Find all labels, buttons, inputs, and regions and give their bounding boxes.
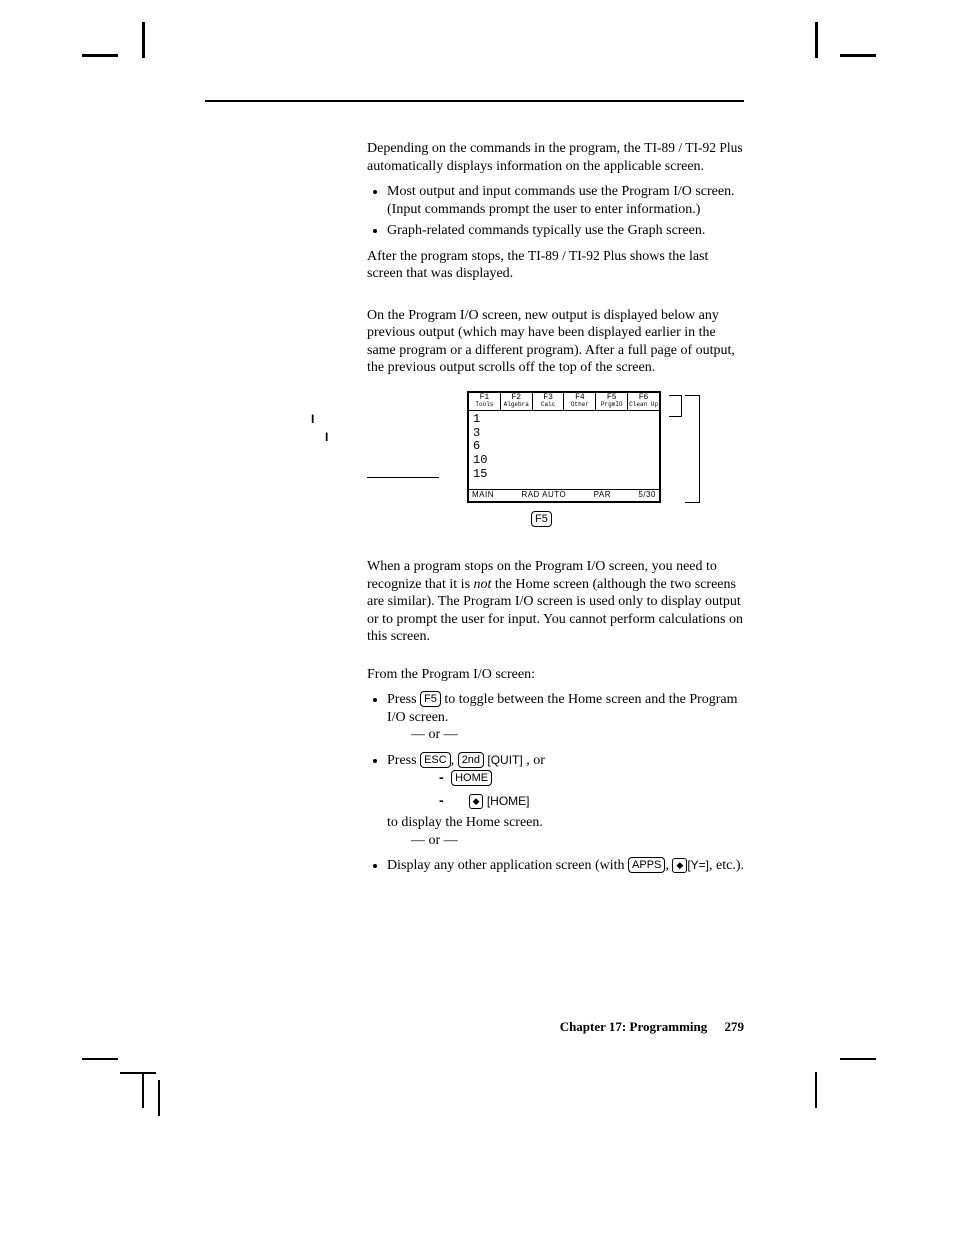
text: Display any other application screen (wi… — [387, 858, 628, 873]
crop-mark — [815, 1072, 817, 1108]
text: After the program stops, the — [367, 249, 528, 264]
list-item: Press F5 to toggle between the Home scre… — [387, 691, 744, 744]
toolbar-key: F3 — [543, 393, 553, 402]
crop-mark — [840, 54, 876, 57]
figure-caption-key: F5 — [531, 511, 661, 529]
bullet-list: Press F5 to toggle between the Home scre… — [367, 691, 744, 875]
toolbar-key: F6 — [639, 393, 649, 402]
output-line: 10 — [473, 454, 655, 468]
second-keycap: 2nd — [458, 752, 484, 768]
text: , etc.). — [709, 858, 744, 873]
apps-keycap: APPS — [628, 857, 665, 873]
callout-lines — [367, 391, 441, 529]
output-line: 15 — [473, 468, 655, 482]
yequals-label: [Y=] — [687, 858, 709, 872]
text: , — [665, 858, 672, 873]
toolbar-item: F2Algebra — [501, 393, 533, 410]
text: , or — [523, 753, 545, 768]
text: Depending on the commands in the program… — [367, 141, 644, 156]
callout-line — [367, 477, 439, 478]
chapter-title: Chapter 17: Programming — [560, 1019, 708, 1034]
text: to display the Home screen. — [387, 815, 543, 830]
model-name: TI-89 / TI-92 Plus — [528, 248, 626, 263]
toolbar-item: F1Tools — [469, 393, 501, 410]
list-item: Graph-related commands typically use the… — [387, 222, 744, 240]
diamond-keycap: ◆ — [672, 858, 687, 873]
calculator-figure: F1Tools F2Algebra F3Calc F4Other F5PrgmI… — [367, 391, 744, 529]
page-content: I I Depending on the commands in the pro… — [205, 100, 744, 1035]
list-item: HOME — [439, 769, 744, 788]
top-rule — [205, 100, 744, 102]
emphasis: not — [474, 577, 492, 592]
paragraph: When a program stops on the Program I/O … — [367, 558, 744, 646]
toolbar-label: Tools — [469, 402, 500, 409]
output-line: 3 — [473, 427, 655, 441]
toolbar-item: F6Clean Up — [628, 393, 659, 410]
sub-list: HOME ◆ [HOME] — [387, 769, 744, 810]
crop-mark — [142, 1072, 144, 1108]
margin-note: I — [325, 430, 328, 444]
page-footer: Chapter 17: Programming 279 — [560, 1019, 744, 1035]
list-item: ◆ [HOME] — [439, 792, 744, 811]
toolbar-item: F4Other — [564, 393, 596, 410]
calc-toolbar: F1Tools F2Algebra F3Calc F4Other F5PrgmI… — [469, 393, 659, 411]
crop-mark — [82, 1058, 118, 1060]
paragraph: After the program stops, the TI-89 / TI-… — [367, 248, 744, 283]
list-item: Press ESC, 2nd [QUIT] , or HOME ◆ [HOME]… — [387, 752, 744, 850]
status-folder: MAIN — [472, 491, 494, 500]
bracket-icon — [669, 395, 682, 417]
crop-mark — [158, 1080, 160, 1116]
paragraph: On the Program I/O screen, new output is… — [367, 307, 744, 377]
text: Press — [387, 753, 420, 768]
crop-mark — [840, 1058, 876, 1060]
home-label: [HOME] — [483, 794, 529, 808]
toolbar-label: Clean Up — [628, 402, 659, 409]
calc-output: 1 3 6 10 15 — [469, 411, 659, 489]
toolbar-key: F1 — [480, 393, 490, 402]
esc-keycap: ESC — [420, 752, 451, 768]
f5-keycap: F5 — [420, 691, 441, 707]
calc-screen: F1Tools F2Algebra F3Calc F4Other F5PrgmI… — [467, 391, 661, 503]
quit-label: [QUIT] — [484, 753, 523, 767]
bullet-list: Most output and input commands use the P… — [367, 183, 744, 240]
bracket-icon — [685, 395, 700, 503]
home-keycap: HOME — [451, 770, 492, 786]
output-line: 1 — [473, 413, 655, 427]
calc-statusbar: MAIN RAD AUTO PAR 5/30 — [469, 489, 659, 501]
toolbar-label: Calc — [533, 402, 564, 409]
toolbar-label: Algebra — [501, 402, 532, 409]
list-item: Display any other application screen (wi… — [387, 857, 744, 875]
toolbar-item: F3Calc — [533, 393, 565, 410]
toolbar-label: Other — [564, 402, 595, 409]
crop-mark — [815, 22, 818, 58]
or-separator: — or — — [387, 726, 744, 744]
page-number: 279 — [725, 1019, 745, 1034]
crop-mark — [120, 1072, 156, 1074]
text: Press — [387, 692, 420, 707]
toolbar-key: F4 — [575, 393, 585, 402]
paragraph: From the Program I/O screen: — [367, 666, 744, 684]
toolbar-key: F2 — [511, 393, 521, 402]
output-line: 6 — [473, 440, 655, 454]
f5-keycap: F5 — [531, 511, 552, 527]
diamond-keycap: ◆ — [469, 794, 484, 809]
toolbar-label: PrgmIO — [596, 402, 627, 409]
calc-screen-wrap: F1Tools F2Algebra F3Calc F4Other F5PrgmI… — [467, 391, 661, 529]
or-separator: — or — — [387, 832, 744, 850]
list-item: Most output and input commands use the P… — [387, 183, 744, 218]
toolbar-key: F5 — [607, 393, 617, 402]
crop-mark — [82, 54, 118, 57]
model-name: TI-89 / TI-92 Plus — [644, 140, 742, 155]
status-history: 5/30 — [638, 491, 656, 500]
text: , — [451, 753, 458, 768]
text: automatically displays information on th… — [367, 159, 704, 174]
crop-mark — [142, 22, 145, 58]
paragraph: Depending on the commands in the program… — [367, 140, 744, 175]
toolbar-item: F5PrgmIO — [596, 393, 628, 410]
status-mode: RAD AUTO — [521, 491, 566, 500]
status-graph: PAR — [594, 491, 611, 500]
margin-note: I — [311, 412, 314, 426]
